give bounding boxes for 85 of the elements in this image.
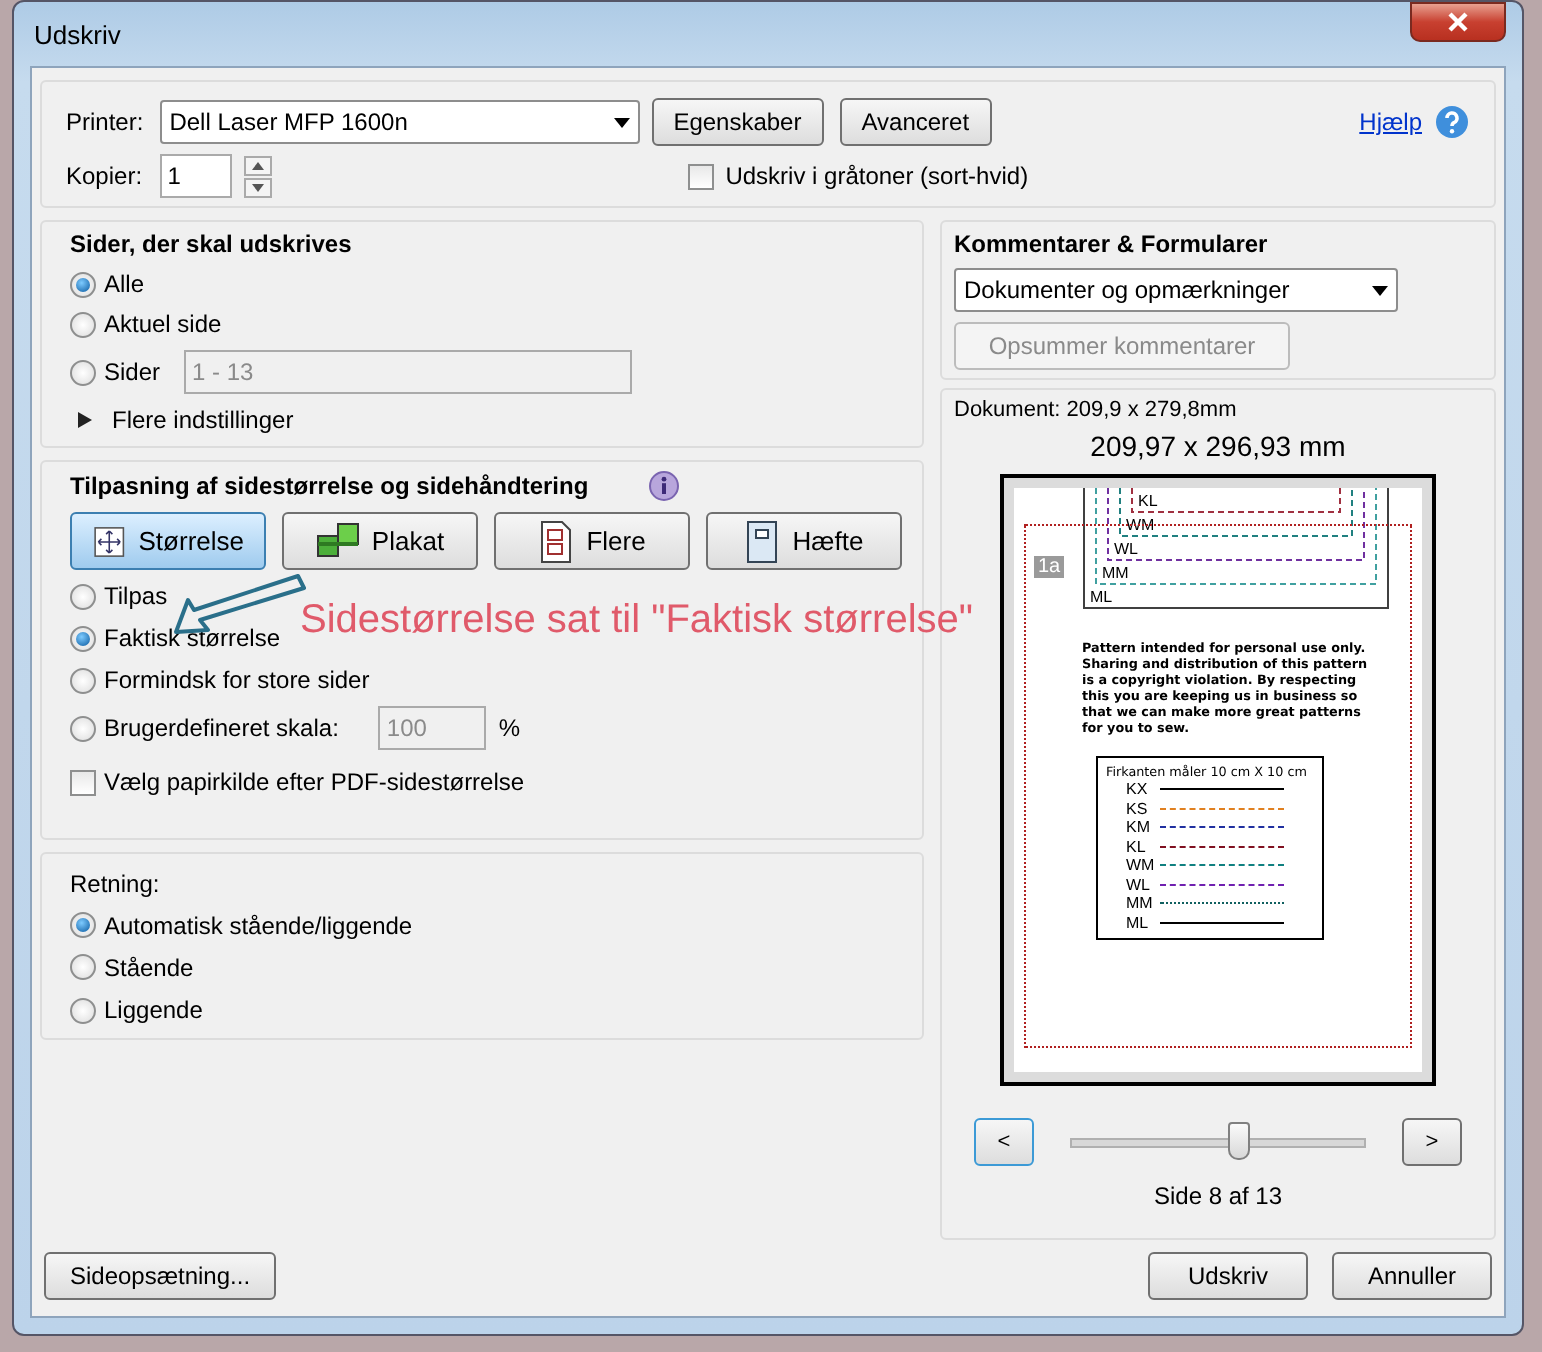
pages-icon bbox=[538, 519, 575, 563]
help-icon[interactable] bbox=[1434, 104, 1470, 140]
paper-source-checkbox[interactable] bbox=[70, 769, 96, 795]
radio-option[interactable]: Formindsk for store sider bbox=[70, 664, 894, 696]
copies-spinner[interactable] bbox=[243, 155, 272, 197]
section-title: Kommentarer & Formularer bbox=[954, 230, 1270, 258]
radio-option[interactable]: Sider bbox=[70, 356, 161, 388]
legend-label: KL bbox=[1126, 837, 1148, 856]
radio-option[interactable]: Automatisk stående/liggende bbox=[70, 910, 894, 941]
legend-label: WM bbox=[1126, 856, 1154, 875]
page-indicator: Side 8 af 13 bbox=[1153, 1182, 1283, 1210]
radio-button[interactable] bbox=[70, 715, 96, 741]
legend-label: MM bbox=[1126, 894, 1154, 913]
radio-button[interactable] bbox=[70, 954, 96, 981]
grayscale-checkbox[interactable] bbox=[687, 163, 714, 189]
radio-label: Alle bbox=[104, 270, 145, 298]
comments-dropdown[interactable]: Dokumenter og opmærkninger bbox=[954, 268, 1398, 312]
radio-option[interactable]: Brugerdefineret skala: bbox=[70, 712, 339, 744]
slider-thumb[interactable] bbox=[1228, 1122, 1251, 1160]
info-icon[interactable] bbox=[648, 470, 681, 502]
printer-dropdown[interactable]: Dell Laser MFP 1600n bbox=[159, 100, 640, 144]
pattern-size-label: WL bbox=[1114, 540, 1138, 558]
window-title: Udskriv bbox=[32, 19, 121, 49]
legend-label: KS bbox=[1126, 799, 1150, 818]
radio-option[interactable]: Liggende bbox=[70, 995, 894, 1026]
more-settings-toggle[interactable]: Flere indstillinger bbox=[70, 406, 894, 434]
page-handling-tab[interactable]: Størrelse bbox=[70, 512, 266, 570]
close-button[interactable] bbox=[1410, 2, 1506, 42]
radio-label: Formindsk for store sider bbox=[104, 666, 370, 694]
pattern-size-label: MM bbox=[1102, 564, 1129, 582]
page-handling-tab[interactable]: Hæfte bbox=[706, 512, 902, 570]
document-size-label: Dokument: 209,9 x 279,8mm bbox=[954, 398, 1237, 422]
poster-icon bbox=[315, 519, 360, 563]
radio-label: Brugerdefineret skala: bbox=[104, 714, 339, 742]
radio-button[interactable] bbox=[70, 271, 96, 297]
radio-option[interactable]: Alle bbox=[70, 270, 894, 298]
dropdown-caret-icon bbox=[613, 117, 630, 127]
radio-label: Stående bbox=[104, 953, 194, 982]
section-title: Tilpasning af sidestørrelse og sidehåndtering bbox=[70, 472, 589, 500]
copies-field[interactable]: 1 bbox=[159, 154, 232, 198]
close-icon bbox=[1448, 12, 1468, 32]
paper-size-label: 209,97 x 296,93 mm bbox=[1090, 430, 1346, 462]
radio-label: Automatisk stående/liggende bbox=[104, 911, 413, 940]
legend-label: WL bbox=[1126, 875, 1152, 894]
section-title: Sider, der skal udskrives bbox=[70, 230, 354, 258]
help-link[interactable]: Hjælp bbox=[1359, 108, 1422, 136]
radio-button[interactable] bbox=[70, 912, 96, 939]
page-handling-tab[interactable]: Plakat bbox=[282, 512, 478, 570]
previous-page-button[interactable]: < bbox=[974, 1118, 1034, 1166]
dropdown-caret-icon bbox=[1372, 285, 1388, 295]
page-tag: 1a bbox=[1034, 556, 1065, 578]
percent-label: % bbox=[498, 714, 521, 742]
radio-button[interactable] bbox=[70, 997, 96, 1024]
print-button[interactable]: Udskriv bbox=[1148, 1252, 1308, 1300]
booklet-icon bbox=[744, 519, 781, 563]
page-handling-tab[interactable]: Flere bbox=[494, 512, 690, 570]
page-setup-button[interactable]: Sideopsætning... bbox=[44, 1252, 276, 1300]
pattern-size-label: KL bbox=[1138, 492, 1158, 510]
radio-label: Tilpas bbox=[104, 582, 168, 610]
legend-label: KM bbox=[1126, 818, 1152, 837]
section-title: Retning: bbox=[70, 870, 162, 898]
radio-button[interactable] bbox=[70, 311, 96, 337]
printer-label: Printer: bbox=[66, 108, 144, 136]
radio-label: Sider bbox=[104, 358, 161, 386]
radio-button[interactable] bbox=[70, 625, 96, 651]
next-page-button[interactable]: > bbox=[1402, 1118, 1462, 1166]
radio-option[interactable]: Stående bbox=[70, 952, 894, 984]
page-slider[interactable] bbox=[1070, 1122, 1366, 1162]
legend-label: KX bbox=[1126, 780, 1150, 799]
printer-button[interactable]: Egenskaber bbox=[651, 98, 824, 146]
grayscale-label: Udskriv i gråtoner (sort-hvid) bbox=[725, 162, 1029, 190]
legend-label: ML bbox=[1126, 913, 1151, 932]
radio-button[interactable] bbox=[70, 583, 96, 609]
paper-source-label: Vælg papirkilde efter PDF-sidestørrelse bbox=[104, 768, 525, 796]
radio-label: Aktuel side bbox=[104, 310, 222, 338]
radio-label: Liggende bbox=[104, 996, 203, 1025]
copies-label: Kopier: bbox=[66, 162, 144, 190]
radio-label: Faktisk størrelse bbox=[104, 624, 281, 652]
radio-button[interactable] bbox=[70, 359, 96, 385]
printer-button[interactable]: Avanceret bbox=[839, 98, 992, 146]
pattern-size-label: ML bbox=[1090, 588, 1113, 606]
annotation-text: Sidestørrelse sat til "Faktisk størrelse" bbox=[300, 600, 973, 640]
cancel-button[interactable]: Annuller bbox=[1332, 1252, 1492, 1300]
radio-option[interactable]: Aktuel side bbox=[70, 310, 894, 338]
radio-button[interactable] bbox=[70, 667, 96, 693]
